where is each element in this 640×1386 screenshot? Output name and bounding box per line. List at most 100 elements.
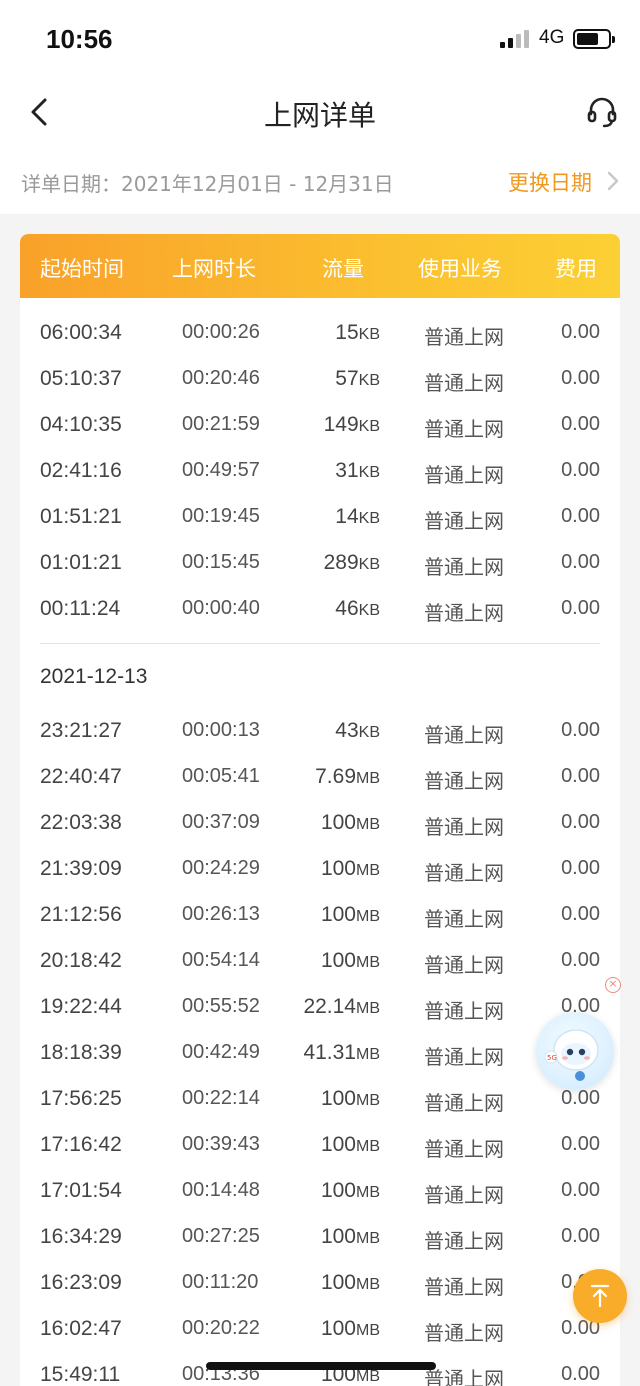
flow-unit: KB bbox=[358, 510, 380, 527]
duration: 00:20:46 bbox=[182, 367, 260, 389]
duration: 00:54:14 bbox=[182, 949, 260, 971]
start-time: 04:10:35 bbox=[40, 413, 122, 436]
headset-icon[interactable] bbox=[584, 94, 620, 130]
duration: 00:14:48 bbox=[182, 1179, 260, 1201]
header-fee: 费用 bbox=[555, 257, 597, 281]
fee: 0.00 bbox=[561, 857, 600, 879]
flow-value: 22.14 bbox=[303, 995, 356, 1018]
back-to-top-button[interactable] bbox=[573, 1269, 627, 1323]
nav-bar: 上网详单 bbox=[0, 78, 640, 148]
flow-unit: MB bbox=[356, 1184, 380, 1201]
header-start-time: 起始时间 bbox=[40, 257, 124, 281]
table-row: 05:10:37 00:20:46 57KB 普通上网 0.00 bbox=[20, 357, 620, 403]
start-time: 06:00:34 bbox=[40, 321, 122, 344]
flow-value: 46 bbox=[335, 597, 359, 620]
table-row: 20:18:42 00:54:14 100MB 普通上网 0.00 bbox=[20, 939, 620, 985]
flow-amount: 100MB bbox=[321, 811, 380, 835]
fee: 0.00 bbox=[561, 597, 600, 619]
flow-amount: 100MB bbox=[321, 949, 380, 973]
service-type: 普通上网 bbox=[424, 769, 504, 793]
service-type: 普通上网 bbox=[424, 417, 504, 441]
start-time: 01:51:21 bbox=[40, 505, 122, 528]
flow-unit: MB bbox=[356, 1092, 380, 1109]
fee: 0.00 bbox=[561, 719, 600, 741]
start-time: 22:03:38 bbox=[40, 811, 122, 834]
service-type: 普通上网 bbox=[424, 815, 504, 839]
service-type: 普通上网 bbox=[424, 907, 504, 931]
start-time: 16:34:29 bbox=[40, 1225, 122, 1248]
start-time: 16:23:09 bbox=[40, 1271, 122, 1294]
flow-amount: 43KB bbox=[335, 719, 380, 743]
flow-value: 100 bbox=[320, 949, 356, 972]
table-row: 01:01:21 00:15:45 289KB 普通上网 0.00 bbox=[20, 541, 620, 587]
fee: 0.00 bbox=[561, 765, 600, 787]
start-time: 21:39:09 bbox=[40, 857, 122, 880]
flow-value: 100 bbox=[320, 857, 356, 880]
flow-unit: MB bbox=[356, 1000, 380, 1017]
fee: 0.00 bbox=[561, 1179, 600, 1201]
flow-amount: 100MB bbox=[321, 1271, 380, 1295]
table-row: 23:21:27 00:00:13 43KB 普通上网 0.00 bbox=[20, 709, 620, 755]
flow-amount: 57KB bbox=[335, 367, 380, 391]
duration: 00:00:40 bbox=[182, 597, 260, 619]
table-row: 22:03:38 00:37:09 100MB 普通上网 0.00 bbox=[20, 801, 620, 847]
flow-unit: KB bbox=[358, 464, 380, 481]
table-row: 04:10:35 00:21:59 149KB 普通上网 0.00 bbox=[20, 403, 620, 449]
flow-amount: 41.31MB bbox=[303, 1041, 380, 1065]
table-row: 19:22:44 00:55:52 22.14MB 普通上网 0.00 bbox=[20, 985, 620, 1031]
flow-value: 100 bbox=[320, 1087, 356, 1110]
fee: 0.00 bbox=[561, 459, 600, 481]
5g-assistant-mascot-icon[interactable]: 5G bbox=[536, 1012, 614, 1090]
duration: 00:42:49 bbox=[182, 1041, 260, 1063]
table-row: 02:41:16 00:49:57 31KB 普通上网 0.00 bbox=[20, 449, 620, 495]
chevron-right-icon[interactable] bbox=[604, 170, 622, 192]
page-title: 上网详单 bbox=[263, 99, 376, 132]
start-time: 19:22:44 bbox=[40, 995, 122, 1018]
start-time: 02:41:16 bbox=[40, 459, 122, 482]
flow-value: 100 bbox=[320, 811, 356, 834]
flow-unit: KB bbox=[358, 418, 380, 435]
table-row: 21:12:56 00:26:13 100MB 普通上网 0.00 bbox=[20, 893, 620, 939]
fee: 0.00 bbox=[561, 1133, 600, 1155]
close-icon[interactable]: × bbox=[605, 977, 621, 993]
service-type: 普通上网 bbox=[424, 723, 504, 747]
flow-value: 100 bbox=[320, 1179, 356, 1202]
duration: 00:26:13 bbox=[182, 903, 260, 925]
change-date-button[interactable]: 更换日期 bbox=[508, 167, 592, 197]
table-row: 17:01:54 00:14:48 100MB 普通上网 0.00 bbox=[20, 1169, 620, 1215]
flow-value: 14 bbox=[335, 505, 359, 528]
flow-amount: 100MB bbox=[321, 1317, 380, 1341]
flow-unit: KB bbox=[358, 326, 380, 343]
service-type: 普通上网 bbox=[424, 555, 504, 579]
service-type: 普通上网 bbox=[424, 463, 504, 487]
service-type: 普通上网 bbox=[424, 1367, 504, 1386]
fee: 0.00 bbox=[561, 1225, 600, 1247]
table-row: 06:00:34 00:00:26 15KB 普通上网 0.00 bbox=[20, 311, 620, 357]
fee: 0.00 bbox=[561, 903, 600, 925]
svg-text:5G: 5G bbox=[547, 1054, 557, 1062]
service-type: 普通上网 bbox=[424, 861, 504, 885]
flow-value: 15 bbox=[335, 321, 359, 344]
start-time: 23:21:27 bbox=[40, 719, 122, 742]
table-row: 01:51:21 00:19:45 14KB 普通上网 0.00 bbox=[20, 495, 620, 541]
table-row: 22:40:47 00:05:41 7.69MB 普通上网 0.00 bbox=[20, 755, 620, 801]
flow-unit: KB bbox=[358, 556, 380, 573]
service-type: 普通上网 bbox=[424, 325, 504, 349]
fee: 0.00 bbox=[561, 321, 600, 343]
flow-value: 43 bbox=[335, 719, 359, 742]
duration: 00:05:41 bbox=[182, 765, 260, 787]
start-time: 05:10:37 bbox=[40, 367, 122, 390]
status-time: 10:56 bbox=[46, 24, 113, 54]
divider bbox=[40, 643, 600, 644]
flow-unit: MB bbox=[356, 1230, 380, 1247]
duration: 00:22:14 bbox=[182, 1087, 260, 1109]
flow-amount: 100MB bbox=[321, 903, 380, 927]
duration: 00:11:20 bbox=[182, 1271, 259, 1293]
table-row: 16:23:0900:11:20100MB普通上网0.00 bbox=[20, 1261, 620, 1307]
flow-amount: 14KB bbox=[335, 505, 380, 529]
service-type: 普通上网 bbox=[424, 1229, 504, 1253]
service-type: 普通上网 bbox=[424, 1321, 504, 1345]
flow-value: 100 bbox=[320, 903, 356, 926]
start-time: 20:18:42 bbox=[40, 949, 122, 972]
duration: 00:00:13 bbox=[182, 719, 260, 741]
